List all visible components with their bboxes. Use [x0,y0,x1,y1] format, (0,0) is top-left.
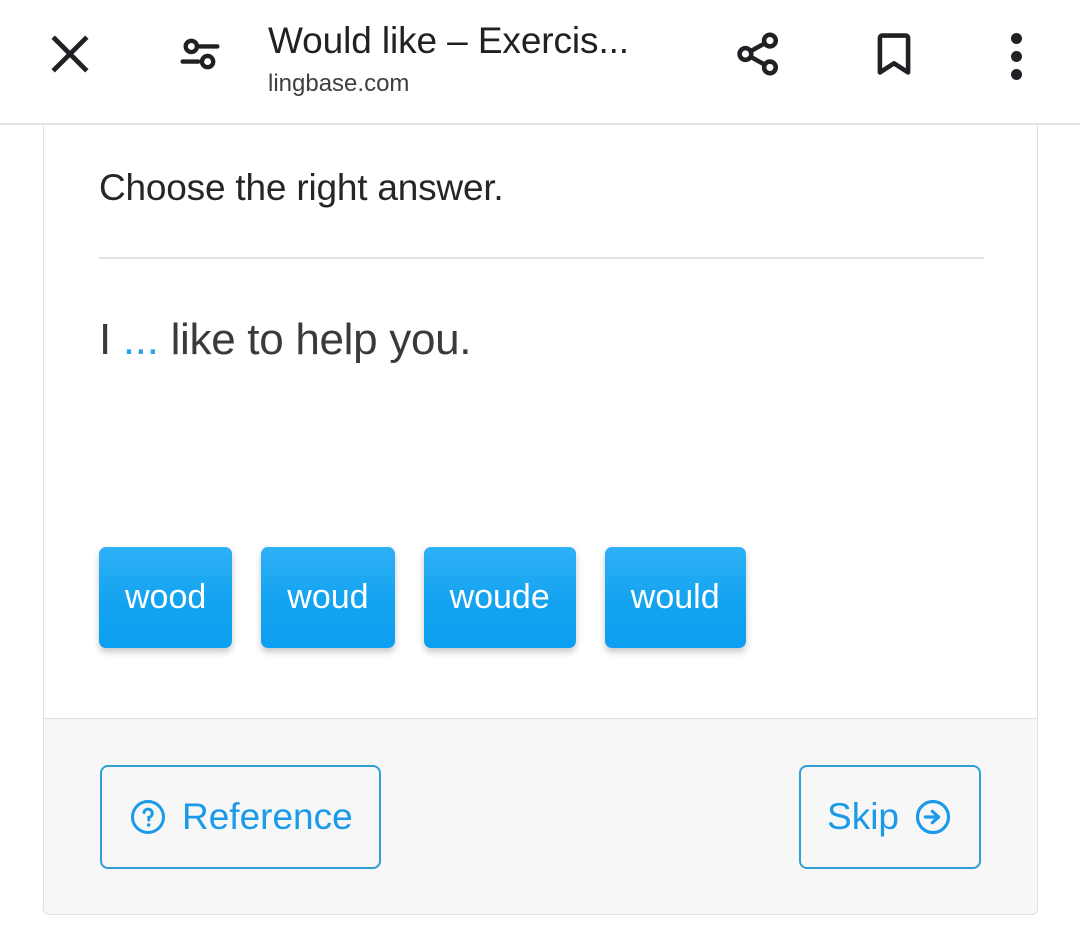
page-origin: lingbase.com [268,70,410,98]
toolbar-title-block[interactable]: Would like – Exercis... lingbase.com [268,0,698,120]
bookmark-icon [868,28,920,85]
skip-button[interactable]: Skip [799,764,981,869]
overflow-menu-button[interactable] [976,14,1056,98]
sentence-after: like to help you. [158,315,472,364]
arrow-circle-right-icon [913,797,953,837]
page-info-tune-icon [174,28,226,85]
bookmark-button[interactable] [852,14,936,98]
page-info-button[interactable] [158,14,242,98]
exercise-footer: Reference Skip [44,718,1037,914]
page-title: Would like – Exercis... [268,21,629,61]
share-icon [732,28,784,85]
answer-option-1[interactable]: wood [99,547,233,648]
answer-option-3[interactable]: woude [423,547,576,648]
more-vertical-icon [1010,32,1022,80]
answer-option-2[interactable]: woud [261,547,395,648]
page-content: Choose the right answer. I ... like to h… [0,125,1080,946]
reference-button-label: Reference [182,795,353,837]
exercise-prompt: Choose the right answer. [99,167,504,208]
help-circle-icon [128,797,168,837]
answer-option-4[interactable]: would [604,547,746,648]
exercise-card: Choose the right answer. I ... like to h… [43,125,1038,915]
exercise-body: Choose the right answer. I ... like to h… [44,125,1037,718]
close-button[interactable] [28,14,112,98]
exercise-sentence: I ... like to help you. [99,315,982,365]
skip-button-label: Skip [827,795,899,837]
answer-options: wood woud woude would [99,547,746,648]
browser-toolbar: Would like – Exercis... lingbase.com [0,0,1080,125]
sentence-before: I [99,315,123,364]
reference-button[interactable]: Reference [100,764,381,869]
share-button[interactable] [716,14,800,98]
close-icon [44,28,96,85]
prompt-divider [99,257,984,259]
sentence-blank: ... [122,315,159,364]
